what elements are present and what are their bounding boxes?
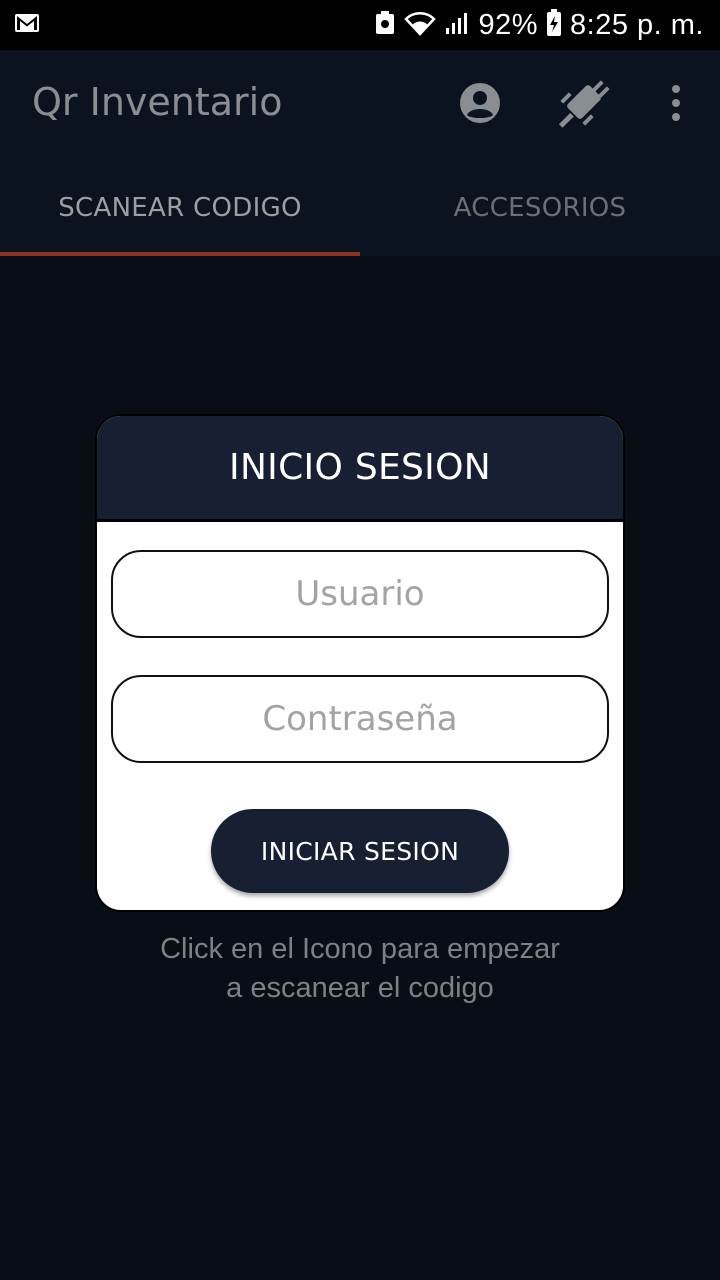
overflow-menu-button[interactable] bbox=[660, 80, 692, 130]
account-button[interactable] bbox=[455, 80, 505, 130]
tab-indicator bbox=[0, 252, 360, 256]
plug-disconnected-icon bbox=[556, 74, 612, 134]
wifi-icon bbox=[404, 10, 437, 40]
account-circle-icon bbox=[459, 82, 501, 128]
battery-percent: 92% bbox=[478, 8, 539, 41]
login-button[interactable]: INICIAR SESION bbox=[211, 809, 509, 893]
scan-hint-line1: Click en el Icono para empezar bbox=[160, 933, 560, 965]
login-dialog: INICIO SESION INICIAR SESION bbox=[95, 414, 625, 912]
clock: 8:25 p. m. bbox=[570, 8, 704, 41]
dialog-title: INICIO SESION bbox=[229, 447, 491, 488]
password-input[interactable] bbox=[111, 675, 609, 763]
tab-accesorios[interactable]: ACCESORIOS bbox=[360, 160, 720, 256]
signal-icon bbox=[444, 10, 470, 40]
username-input[interactable] bbox=[111, 550, 609, 638]
tab-scanear-codigo[interactable]: SCANEAR CODIGO bbox=[0, 160, 360, 256]
notification-icon bbox=[374, 10, 396, 40]
battery-charging-icon bbox=[546, 9, 562, 41]
app-title: Qr Inventario bbox=[32, 80, 283, 124]
more-vert-icon bbox=[670, 84, 682, 126]
app-bar: Qr Inventario SCANEAR CODIGO ACCESORIOS bbox=[0, 50, 720, 256]
dialog-header: INICIO SESION bbox=[97, 416, 623, 522]
status-bar: 92% 8:25 p. m. bbox=[0, 0, 720, 50]
tab-bar: SCANEAR CODIGO ACCESORIOS bbox=[0, 160, 720, 256]
gmail-icon bbox=[14, 12, 42, 36]
scan-hint: Click en el Icono para empezar a escanea… bbox=[0, 930, 720, 1008]
scan-hint-line2: a escanear el codigo bbox=[226, 972, 494, 1004]
connection-button[interactable] bbox=[553, 74, 615, 134]
